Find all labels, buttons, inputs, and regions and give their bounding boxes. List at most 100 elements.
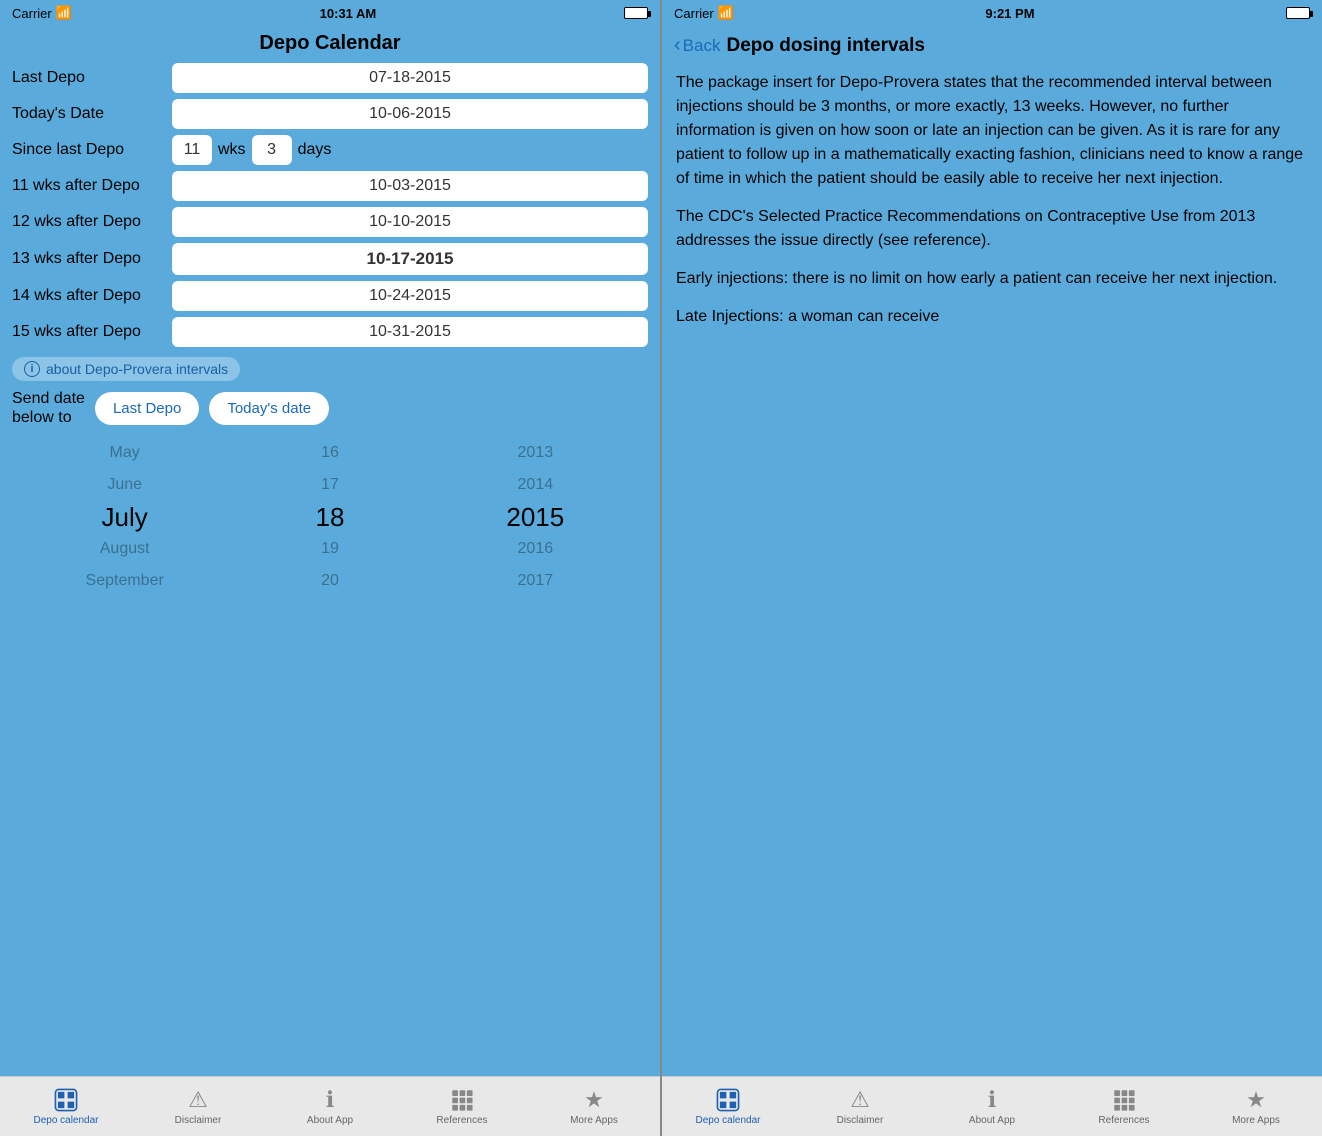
- data-section: Last Depo 07-18-2015 Today's Date 10-06-…: [0, 63, 660, 1076]
- send-last-depo-button[interactable]: Last Depo: [95, 392, 199, 425]
- since-values: 11 wks 3 days: [172, 135, 331, 165]
- picker-day-17: 17: [227, 469, 432, 501]
- tab-depo-calendar[interactable]: Depo calendar: [0, 1077, 132, 1136]
- month-picker-col[interactable]: May June July August September: [22, 437, 227, 597]
- right-phone-panel: Carrier 📶 9:21 PM ‹ Back Depo dosing int…: [662, 0, 1322, 1136]
- content-para-3: Late Injections: a woman can receive: [676, 305, 1308, 329]
- back-label: Back: [683, 36, 721, 56]
- info-icon: i: [24, 361, 40, 377]
- last-depo-row: Last Depo 07-18-2015: [12, 63, 648, 93]
- picker-day-19: 19: [227, 533, 432, 565]
- references-icon: [449, 1087, 475, 1113]
- 13wks-value[interactable]: 10-17-2015: [172, 243, 648, 275]
- picker-year-2015: 2015: [433, 501, 638, 533]
- left-phone-panel: Carrier 📶 10:31 AM Depo Calendar Last De…: [0, 0, 660, 1136]
- right-status-bar: Carrier 📶 9:21 PM: [662, 0, 1322, 26]
- picker-year-2017: 2017: [433, 565, 638, 597]
- picker-year-2014: 2014: [433, 469, 638, 501]
- 14wks-label: 14 wks after Depo: [12, 287, 172, 305]
- picker-day-16: 16: [227, 437, 432, 469]
- year-picker-col[interactable]: 2013 2014 2015 2016 2017: [433, 437, 638, 597]
- content-para-0: The package insert for Depo-Provera stat…: [676, 71, 1308, 191]
- tab-more-apps-label: More Apps: [570, 1115, 618, 1126]
- send-date-label: Send datebelow to: [12, 389, 85, 427]
- right-content: The package insert for Depo-Provera stat…: [662, 63, 1322, 1076]
- right-tab-depo-calendar[interactable]: Depo calendar: [662, 1077, 794, 1136]
- info-tab-icon: ℹ: [326, 1087, 334, 1113]
- right-tab-more-apps-label: More Apps: [1232, 1115, 1280, 1126]
- star-icon: ★: [584, 1087, 604, 1113]
- 13wks-row: 13 wks after Depo 10-17-2015: [12, 243, 648, 275]
- content-para-2: Early injections: there is no limit on h…: [676, 267, 1308, 291]
- content-para-1: The CDC's Selected Practice Recommendati…: [676, 205, 1308, 253]
- right-time: 9:21 PM: [985, 6, 1034, 21]
- right-home-icon: [715, 1087, 741, 1113]
- since-last-depo-label: Since last Depo: [12, 141, 172, 159]
- tab-references-label: References: [436, 1115, 487, 1126]
- app-title: Depo Calendar: [0, 26, 660, 63]
- since-last-depo-row: Since last Depo 11 wks 3 days: [12, 135, 648, 165]
- left-time: 10:31 AM: [320, 6, 377, 21]
- right-tab-about-app[interactable]: ℹ About App: [926, 1077, 1058, 1136]
- right-tab-bar: Depo calendar ⚠ Disclaimer ℹ About App R…: [662, 1076, 1322, 1136]
- picker-month-june: June: [22, 469, 227, 501]
- todays-date-value[interactable]: 10-06-2015: [172, 99, 648, 129]
- right-info-icon: ℹ: [988, 1087, 996, 1113]
- left-carrier: Carrier 📶: [12, 5, 72, 21]
- left-status-bar: Carrier 📶 10:31 AM: [0, 0, 660, 26]
- right-tab-references[interactable]: References: [1058, 1077, 1190, 1136]
- 12wks-row: 12 wks after Depo 10-10-2015: [12, 207, 648, 237]
- send-todays-date-button[interactable]: Today's date: [209, 392, 329, 425]
- tab-more-apps[interactable]: ★ More Apps: [528, 1077, 660, 1136]
- 15wks-row: 15 wks after Depo 10-31-2015: [12, 317, 648, 347]
- right-tab-references-label: References: [1098, 1115, 1149, 1126]
- right-tab-more-apps[interactable]: ★ More Apps: [1190, 1077, 1322, 1136]
- picker-month-august: August: [22, 533, 227, 565]
- 13wks-label: 13 wks after Depo: [12, 250, 172, 268]
- 12wks-value[interactable]: 10-10-2015: [172, 207, 648, 237]
- 11wks-label: 11 wks after Depo: [12, 177, 172, 195]
- picker-year-2016: 2016: [433, 533, 638, 565]
- tab-disclaimer-label: Disclaimer: [175, 1115, 222, 1126]
- tab-about-app-label: About App: [307, 1115, 353, 1126]
- send-date-row: Send datebelow to Last Depo Today's date: [12, 389, 648, 427]
- picker-month-july: July: [22, 501, 227, 533]
- right-warning-icon: ⚠: [850, 1087, 870, 1113]
- since-days-unit: days: [298, 141, 332, 159]
- tab-references[interactable]: References: [396, 1077, 528, 1136]
- date-picker[interactable]: May June July August September 16 17 18 …: [12, 437, 648, 597]
- picker-day-18: 18: [227, 501, 432, 533]
- 12wks-label: 12 wks after Depo: [12, 213, 172, 231]
- right-tab-disclaimer-label: Disclaimer: [837, 1115, 884, 1126]
- right-battery: [1286, 7, 1310, 19]
- back-button[interactable]: ‹ Back: [674, 34, 720, 57]
- last-depo-label: Last Depo: [12, 69, 172, 87]
- picker-month-september: September: [22, 565, 227, 597]
- tab-disclaimer[interactable]: ⚠ Disclaimer: [132, 1077, 264, 1136]
- day-picker-col[interactable]: 16 17 18 19 20: [227, 437, 432, 597]
- 11wks-row: 11 wks after Depo 10-03-2015: [12, 171, 648, 201]
- 11wks-value[interactable]: 10-03-2015: [172, 171, 648, 201]
- todays-date-row: Today's Date 10-06-2015: [12, 99, 648, 129]
- right-references-icon: [1111, 1087, 1137, 1113]
- 15wks-label: 15 wks after Depo: [12, 323, 172, 341]
- since-weeks-value: 11: [172, 135, 212, 165]
- picker-year-2013: 2013: [433, 437, 638, 469]
- tab-depo-calendar-label: Depo calendar: [33, 1115, 98, 1126]
- right-tab-disclaimer[interactable]: ⚠ Disclaimer: [794, 1077, 926, 1136]
- 15wks-value[interactable]: 10-31-2015: [172, 317, 648, 347]
- right-tab-about-app-label: About App: [969, 1115, 1015, 1126]
- 14wks-value[interactable]: 10-24-2015: [172, 281, 648, 311]
- last-depo-value[interactable]: 07-18-2015: [172, 63, 648, 93]
- right-nav: ‹ Back Depo dosing intervals: [662, 26, 1322, 63]
- right-star-icon: ★: [1246, 1087, 1266, 1113]
- right-tab-depo-calendar-label: Depo calendar: [695, 1115, 760, 1126]
- left-battery: [624, 7, 648, 19]
- 14wks-row: 14 wks after Depo 10-24-2015: [12, 281, 648, 311]
- home-icon: [53, 1087, 79, 1113]
- tab-about-app[interactable]: ℹ About App: [264, 1077, 396, 1136]
- left-tab-bar: Depo calendar ⚠ Disclaimer ℹ About App R…: [0, 1076, 660, 1136]
- warning-icon: ⚠: [188, 1087, 208, 1113]
- back-chevron-icon: ‹: [674, 34, 681, 57]
- info-link[interactable]: i about Depo-Provera intervals: [12, 357, 240, 381]
